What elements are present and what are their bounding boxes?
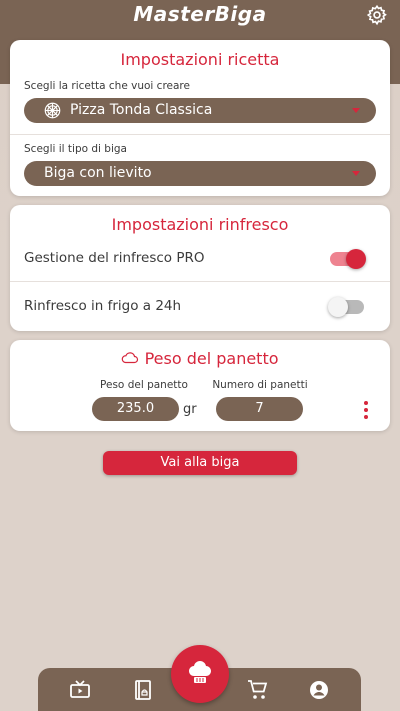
count-input[interactable]: 7: [216, 397, 303, 421]
fridge-refresh-toggle[interactable]: [328, 297, 364, 317]
book-icon[interactable]: [131, 678, 155, 702]
account-icon[interactable]: [307, 678, 331, 702]
toggle-knob: [328, 297, 348, 317]
pizza-icon: [44, 102, 61, 119]
cart-icon[interactable]: [246, 678, 270, 702]
chevron-down-icon: [352, 108, 360, 113]
refresh-settings-card: Impostazioni rinfresco Gestione del rinf…: [10, 205, 390, 331]
chef-hat-button[interactable]: [171, 645, 229, 703]
divider: [10, 281, 390, 282]
cloud-icon: [121, 350, 139, 364]
biga-field-label: Scegli il tipo di biga: [24, 143, 127, 155]
go-to-biga-button[interactable]: Vai alla biga: [103, 451, 297, 475]
pro-refresh-label: Gestione del rinfresco PRO: [24, 250, 205, 266]
toggle-knob: [346, 249, 366, 269]
recipe-settings-title: Impostazioni ricetta: [120, 50, 280, 69]
more-vert-icon[interactable]: [363, 400, 371, 420]
recipe-select-value: Pizza Tonda Classica: [70, 102, 213, 118]
pro-refresh-toggle[interactable]: [330, 249, 366, 269]
app-title: MasterBiga: [133, 2, 267, 26]
weight-label: Peso del panetto: [100, 379, 188, 391]
weight-unit: gr: [183, 402, 197, 417]
recipe-settings-card: Impostazioni ricetta Scegli la ricetta c…: [10, 40, 390, 196]
divider: [10, 134, 390, 135]
tv-icon[interactable]: [68, 678, 92, 702]
chef-hat-icon: [186, 659, 214, 687]
recipe-select[interactable]: Pizza Tonda Classica: [24, 98, 376, 123]
recipe-field-label: Scegli la ricetta che vuoi creare: [24, 80, 190, 92]
weight-input[interactable]: 235.0: [92, 397, 179, 421]
dough-weight-header: Peso del panetto: [10, 349, 390, 368]
settings-gear-icon[interactable]: [366, 4, 388, 26]
dough-weight-card: Peso del panetto Peso del panetto Numero…: [10, 340, 390, 431]
biga-type-select[interactable]: Biga con lievito: [24, 161, 376, 186]
refresh-settings-title: Impostazioni rinfresco: [111, 215, 289, 234]
dough-weight-title: Peso del panetto: [144, 349, 279, 368]
count-label: Numero di panetti: [212, 379, 308, 391]
biga-select-value: Biga con lievito: [44, 165, 152, 181]
fridge-refresh-label: Rinfresco in frigo a 24h: [24, 298, 182, 314]
chevron-down-icon: [352, 171, 360, 176]
